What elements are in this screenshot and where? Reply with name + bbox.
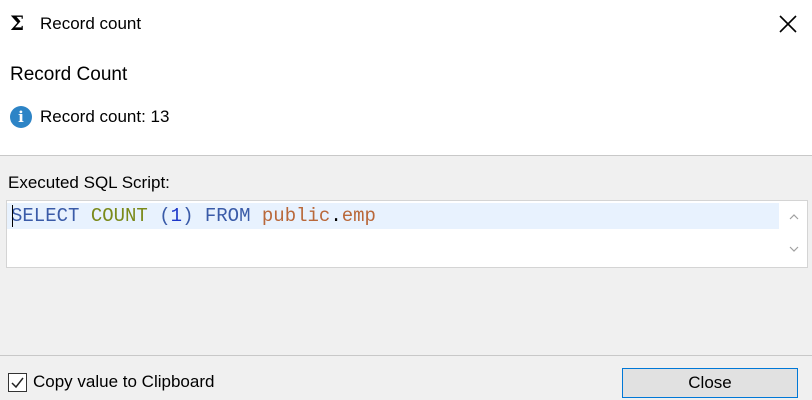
sql-function-count: COUNT bbox=[90, 205, 148, 227]
sql-schema-name: public bbox=[261, 205, 331, 227]
sql-script-label: Executed SQL Script: bbox=[8, 173, 170, 192]
sql-keyword-select: SELECT bbox=[11, 205, 80, 227]
sql-paren-close: ) bbox=[182, 205, 194, 227]
copy-to-clipboard-checkbox[interactable] bbox=[8, 372, 27, 392]
sql-script-editor[interactable]: SELECT COUNT (1) FROM public.emp bbox=[6, 200, 808, 268]
title-bar: Σ Record count bbox=[0, 0, 812, 48]
sigma-icon: Σ bbox=[10, 11, 25, 35]
scroll-up-icon[interactable] bbox=[780, 207, 807, 229]
sql-scrollbar[interactable] bbox=[780, 201, 807, 267]
text-caret bbox=[12, 205, 13, 227]
info-message: i Record count: 13 bbox=[10, 104, 169, 130]
close-icon[interactable] bbox=[776, 12, 800, 36]
record-count-text: Record count: 13 bbox=[40, 107, 170, 126]
window-title: Record count bbox=[40, 14, 142, 33]
page-title: Record Count bbox=[10, 64, 128, 85]
sql-paren-open: ( bbox=[159, 205, 171, 227]
sql-panel: Executed SQL Script: SELECT COUNT (1) FR… bbox=[0, 155, 812, 400]
scroll-down-icon[interactable] bbox=[780, 239, 807, 261]
sql-table-name: emp bbox=[341, 205, 376, 227]
sql-dot: . bbox=[330, 205, 342, 227]
checkmark-icon bbox=[11, 377, 24, 388]
copy-to-clipboard-label: Copy value to Clipboard bbox=[33, 372, 215, 391]
info-icon: i bbox=[10, 106, 32, 128]
close-button[interactable]: Close bbox=[622, 368, 798, 398]
footer-divider bbox=[0, 355, 812, 356]
record-count-dialog: Σ Record count Record Count i Record cou… bbox=[0, 0, 812, 400]
sql-number: 1 bbox=[170, 205, 183, 227]
sql-current-line[interactable]: SELECT COUNT (1) FROM public.emp bbox=[7, 203, 779, 229]
sql-keyword-from: FROM bbox=[204, 205, 251, 227]
copy-to-clipboard-option[interactable]: Copy value to Clipboard bbox=[8, 372, 214, 392]
